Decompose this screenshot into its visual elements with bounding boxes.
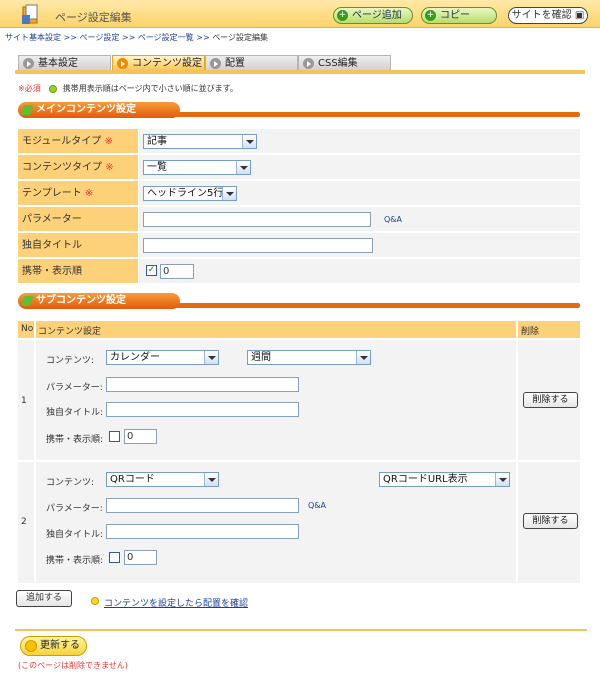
sub-mobile-order-input[interactable]: 0: [124, 550, 157, 565]
pencil-icon: [20, 296, 34, 306]
chevron-down-icon: [222, 187, 236, 200]
chevron-down-icon: [204, 351, 218, 364]
page-edit-icon: [22, 4, 38, 24]
template-select[interactable]: ヘッドライン5行: [143, 186, 237, 201]
parameter-row: パラメーター Q&A: [18, 207, 580, 232]
sub-mobile-checkbox[interactable]: [109, 431, 120, 442]
chevron-down-icon: [236, 161, 250, 174]
confirm-layout-link[interactable]: コンテンツを設定したら配置を確認: [104, 596, 248, 609]
play-icon: [117, 58, 128, 69]
breadcrumb-current: ページ設定編集: [212, 33, 269, 42]
sub-parameter-input[interactable]: [106, 498, 299, 513]
required-note: ※必須 携帯用表示順はページ内で小さい順に並びます。: [18, 84, 238, 93]
bulb-icon: [49, 84, 58, 93]
sub-mobile-checkbox[interactable]: [109, 552, 120, 563]
sub-content-section-header: サブコンテンツ設定: [18, 293, 580, 309]
update-icon: [25, 640, 37, 652]
sub-mobile-order-input[interactable]: 0: [124, 429, 157, 444]
tab-css-edit[interactable]: CSS編集: [298, 55, 391, 71]
delete-button[interactable]: 削除する: [523, 392, 578, 408]
delete-button[interactable]: 削除する: [523, 513, 578, 529]
sub-title-input[interactable]: [106, 524, 299, 539]
play-icon: [303, 58, 314, 69]
template-row: テンプレート ※ ヘッドライン5行: [18, 181, 580, 206]
sub-content-table: No コンテンツ設定 削除 1 コンテンツ: カレンダー 週間 パラメーター: …: [18, 321, 580, 583]
module-type-select[interactable]: 記事: [143, 134, 257, 149]
page-title: ページ設定編集: [55, 11, 132, 24]
breadcrumb-site-basic[interactable]: サイト基本設定: [5, 33, 61, 42]
custom-title-row: 独自タイトル: [18, 233, 580, 258]
add-page-button[interactable]: + ページ追加: [333, 7, 413, 24]
cannot-delete-note: (このページは削除できません): [18, 661, 128, 670]
sub-parameter-input[interactable]: [106, 377, 299, 392]
sub-content-select[interactable]: QRコード: [106, 472, 219, 487]
chevron-down-icon: [495, 473, 509, 486]
sub-option-select[interactable]: 週間: [247, 350, 371, 365]
tab-layout[interactable]: 配置: [205, 55, 298, 71]
qa-link[interactable]: Q&A: [308, 501, 326, 510]
lock-icon: ▣: [574, 10, 585, 21]
main-content-section-header: メインコンテンツ設定: [18, 102, 580, 118]
add-button[interactable]: 追加する: [16, 590, 72, 607]
sub-title-input[interactable]: [106, 402, 299, 417]
chevron-down-icon: [204, 473, 218, 486]
mobile-display-checkbox[interactable]: ✓: [146, 265, 157, 276]
content-type-row: コンテンツタイプ ※ 一覧: [18, 155, 580, 180]
chevron-down-icon: [356, 351, 370, 364]
view-site-button[interactable]: サイトを確認 ▣: [508, 7, 588, 24]
breadcrumb-page-list[interactable]: ページ設定一覧: [138, 33, 194, 42]
pencil-icon: [20, 105, 34, 115]
play-icon: [23, 58, 34, 69]
bulb-icon: [91, 597, 99, 605]
table-header: No コンテンツ設定 削除: [18, 321, 580, 338]
mobile-order-input[interactable]: 0: [160, 264, 194, 279]
mobile-order-row: 携帯・表示順 ✓ 0: [18, 259, 580, 284]
breadcrumb-page-settings[interactable]: ページ設定: [80, 33, 120, 42]
row-number: 1: [21, 396, 27, 406]
plus-icon: +: [425, 10, 436, 21]
copy-button[interactable]: + コピー: [421, 7, 497, 24]
update-button[interactable]: 更新する: [20, 636, 87, 656]
footer-divider: [15, 629, 587, 631]
row-number: 2: [21, 517, 27, 527]
qa-link[interactable]: Q&A: [384, 215, 402, 224]
parameter-input[interactable]: [143, 212, 371, 227]
tab-underline: [15, 70, 585, 74]
sub-option-select[interactable]: QRコードURL表示: [379, 472, 510, 487]
module-type-row: モジュールタイプ ※ 記事: [18, 129, 580, 154]
plus-icon: +: [337, 10, 348, 21]
chevron-down-icon: [242, 135, 256, 148]
content-type-select[interactable]: 一覧: [143, 160, 251, 175]
sub-content-select[interactable]: カレンダー: [106, 350, 219, 365]
tab-basic-settings[interactable]: 基本設定: [18, 55, 111, 71]
tab-content-settings[interactable]: コンテンツ設定: [112, 55, 205, 71]
breadcrumb: サイト基本設定 >> ページ設定 >> ページ設定一覧 >> ページ設定編集: [5, 33, 269, 42]
play-icon: [210, 58, 221, 69]
page-header: ページ設定編集 + ページ追加 + コピー サイトを確認 ▣: [0, 0, 600, 28]
custom-title-input[interactable]: [143, 238, 373, 253]
